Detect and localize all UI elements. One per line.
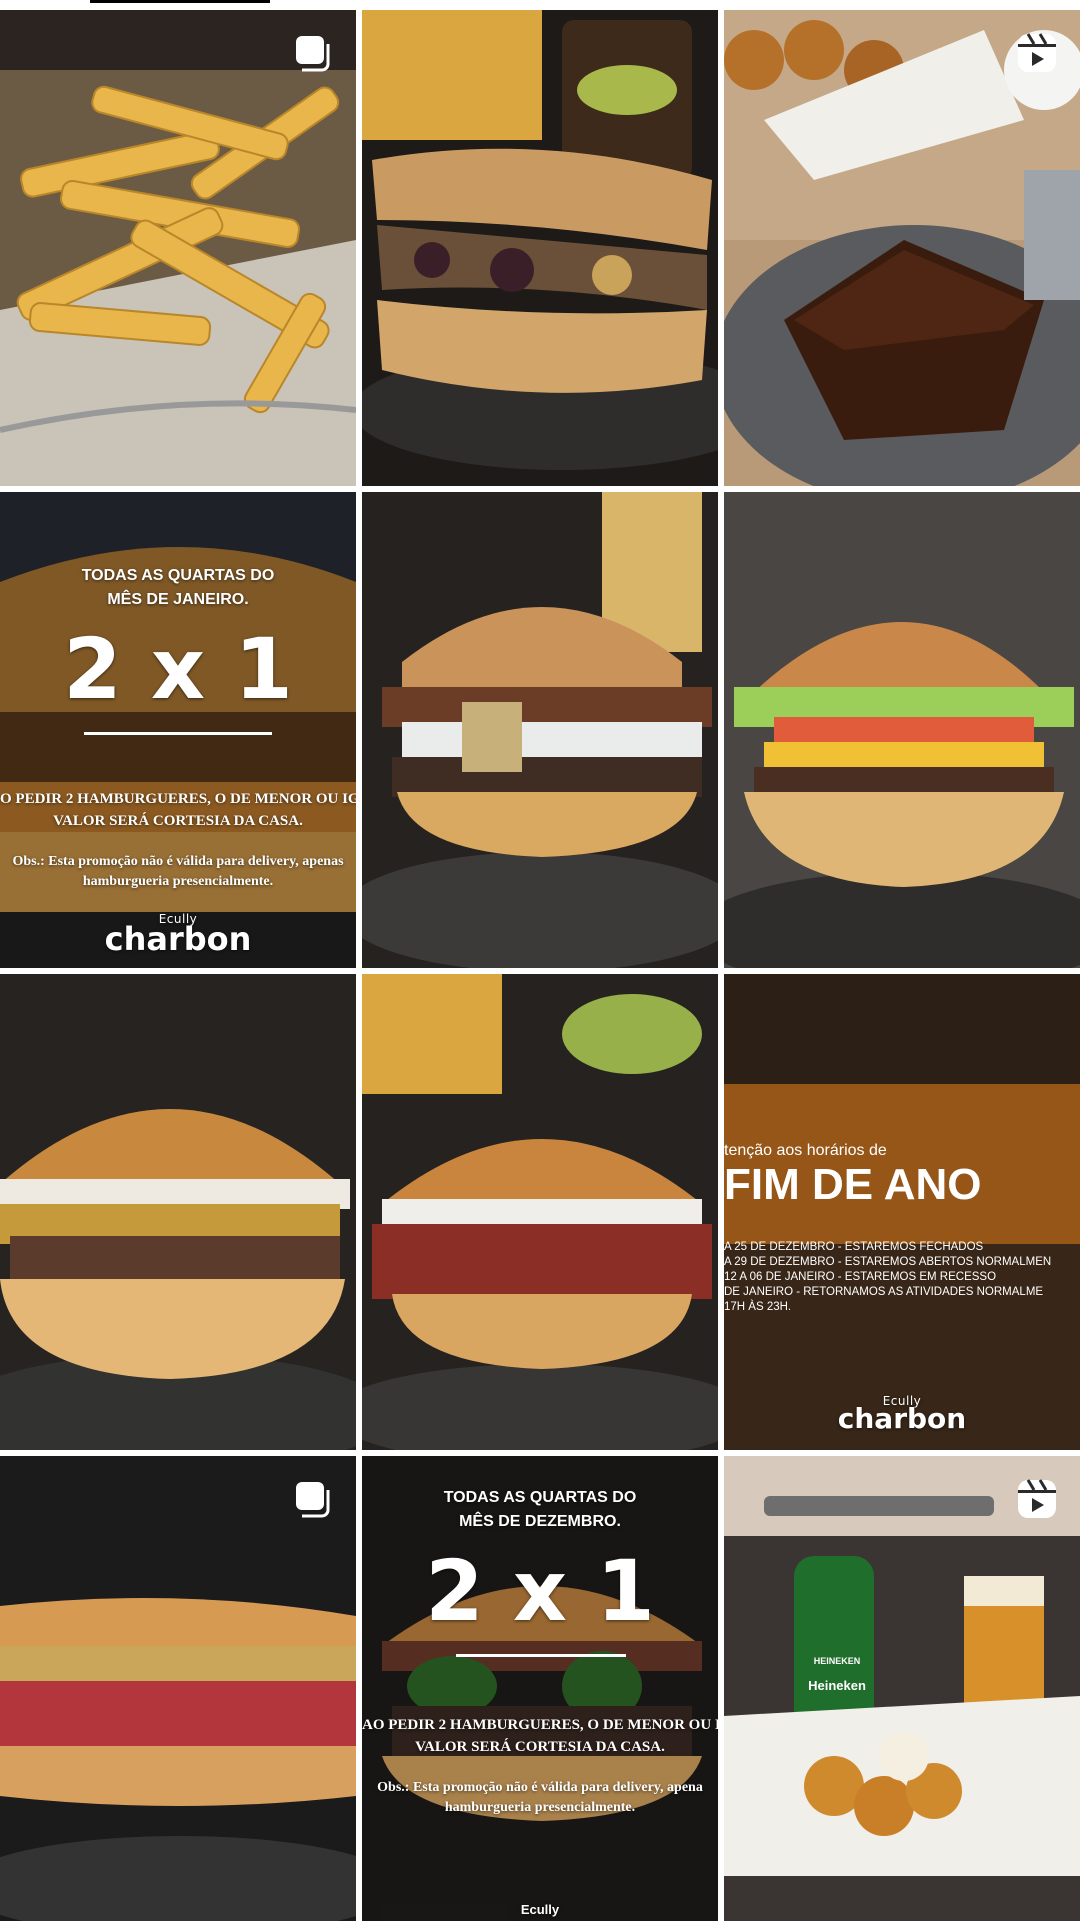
charbon-logo: Ecully charbon <box>0 912 356 958</box>
sandwich-image <box>362 10 718 486</box>
reel-icon <box>1018 33 1056 72</box>
post-tile-burger-mushroom[interactable] <box>0 974 356 1450</box>
beer-label-brand-top: HEINEKEN <box>813 1656 861 1666</box>
post-tile-promo-january[interactable]: TODAS AS QUARTAS DO MÊS DE JANEIRO. 2 x … <box>0 492 356 968</box>
promo-dec-line-1: TODAS AS QUARTAS DO <box>443 1489 637 1506</box>
post-tile-brownie[interactable] <box>724 10 1080 486</box>
post-tile-burger-veggie[interactable] <box>362 974 718 1450</box>
brownie-image <box>724 10 1080 486</box>
logo-text: charbon <box>104 920 252 958</box>
holiday-heading: tenção aos horários de <box>724 1142 887 1159</box>
holiday-title: FIM DE ANO <box>724 1160 982 1209</box>
promo-dec-2x1-headline: 2 x 1 <box>425 1542 655 1640</box>
promo-obs-line-1: Obs.: Esta promoção não é válida para de… <box>12 854 344 869</box>
carousel-multiple-icon <box>296 1482 330 1518</box>
promo-divider <box>84 732 272 735</box>
holiday-line-5: 17H ÀS 23H. <box>724 1301 792 1313</box>
top-status-strip <box>0 0 1080 10</box>
post-tile-fries[interactable] <box>0 10 356 486</box>
promo-rule-line-1: O PEDIR 2 HAMBURGUERES, O DE MENOR OU IG… <box>0 791 356 807</box>
promo-obs-line-2: hamburgueria presencialmente. <box>82 874 274 889</box>
promo-line-1: TODAS AS QUARTAS DO <box>81 567 275 584</box>
active-tab-indicator <box>90 0 270 3</box>
carousel-multiple-icon <box>296 36 330 72</box>
logo-text-holiday: charbon <box>837 1402 967 1435</box>
post-tile-holiday-hours[interactable]: tenção aos horários de FIM DE ANO A 25 D… <box>724 974 1080 1450</box>
charbon-logo-holiday: Ecully charbon <box>724 1394 1080 1435</box>
promo-dec-obs-line-1: Obs.: Esta promoção não é válida para de… <box>377 1780 703 1795</box>
promo-2x1-headline: 2 x 1 <box>63 620 293 718</box>
post-tile-promo-december[interactable]: TODAS AS QUARTAS DO MÊS DE DEZEMBRO. 2 x… <box>362 1456 718 1921</box>
promo-dec-obs-line-2: hamburgueria presencialmente. <box>444 1800 636 1815</box>
post-tile-sandwich[interactable] <box>362 10 718 486</box>
holiday-line-2: A 29 DE DEZEMBRO - ESTAREMOS ABERTOS NOR… <box>724 1256 1052 1268</box>
promo-dec-line-2: MÊS DE DEZEMBRO. <box>459 1513 621 1530</box>
beer-snack-image <box>724 1456 1080 1921</box>
promo-dec-logo-small: Ecully <box>520 1902 560 1917</box>
promo-dec-rule-line-2: VALOR SERÁ CORTESIA DA CASA. <box>415 1739 665 1755</box>
restaurant-interior-image <box>724 974 1080 1450</box>
veggie-burger-image <box>362 974 718 1450</box>
bacon-burger-image <box>362 492 718 968</box>
reel-icon <box>1018 1479 1056 1518</box>
post-tile-pastrami[interactable] <box>0 1456 356 1921</box>
promo-line-2: MÊS DE JANEIRO. <box>107 591 249 608</box>
holiday-line-3: 12 A 06 DE JANEIRO - ESTAREMOS EM RECESS… <box>724 1271 997 1283</box>
holiday-line-1: A 25 DE DEZEMBRO - ESTAREMOS FECHADOS <box>724 1241 984 1253</box>
promo-dec-rule-line-1: AO PEDIR 2 HAMBURGUERES, O DE MENOR OU I… <box>362 1717 718 1733</box>
profile-post-grid: TODAS AS QUARTAS DO MÊS DE JANEIRO. 2 x … <box>0 10 1080 1921</box>
promo-rule-line-2: VALOR SERÁ CORTESIA DA CASA. <box>53 813 303 829</box>
promo-dec-divider <box>456 1654 626 1657</box>
post-tile-burger-lettuce[interactable] <box>724 492 1080 968</box>
mushroom-burger-image <box>0 974 356 1450</box>
pastrami-sandwich-image <box>0 1456 356 1921</box>
post-tile-burger-bacon[interactable] <box>362 492 718 968</box>
holiday-line-4: DE JANEIRO - RETORNAMOS AS ATIVIDADES NO… <box>724 1286 1044 1298</box>
beer-label-brand: Heineken <box>808 1678 866 1693</box>
lettuce-burger-image <box>724 492 1080 968</box>
post-tile-beer-snack[interactable]: HEINEKEN Heineken <box>724 1456 1080 1921</box>
fries-image <box>0 10 356 486</box>
